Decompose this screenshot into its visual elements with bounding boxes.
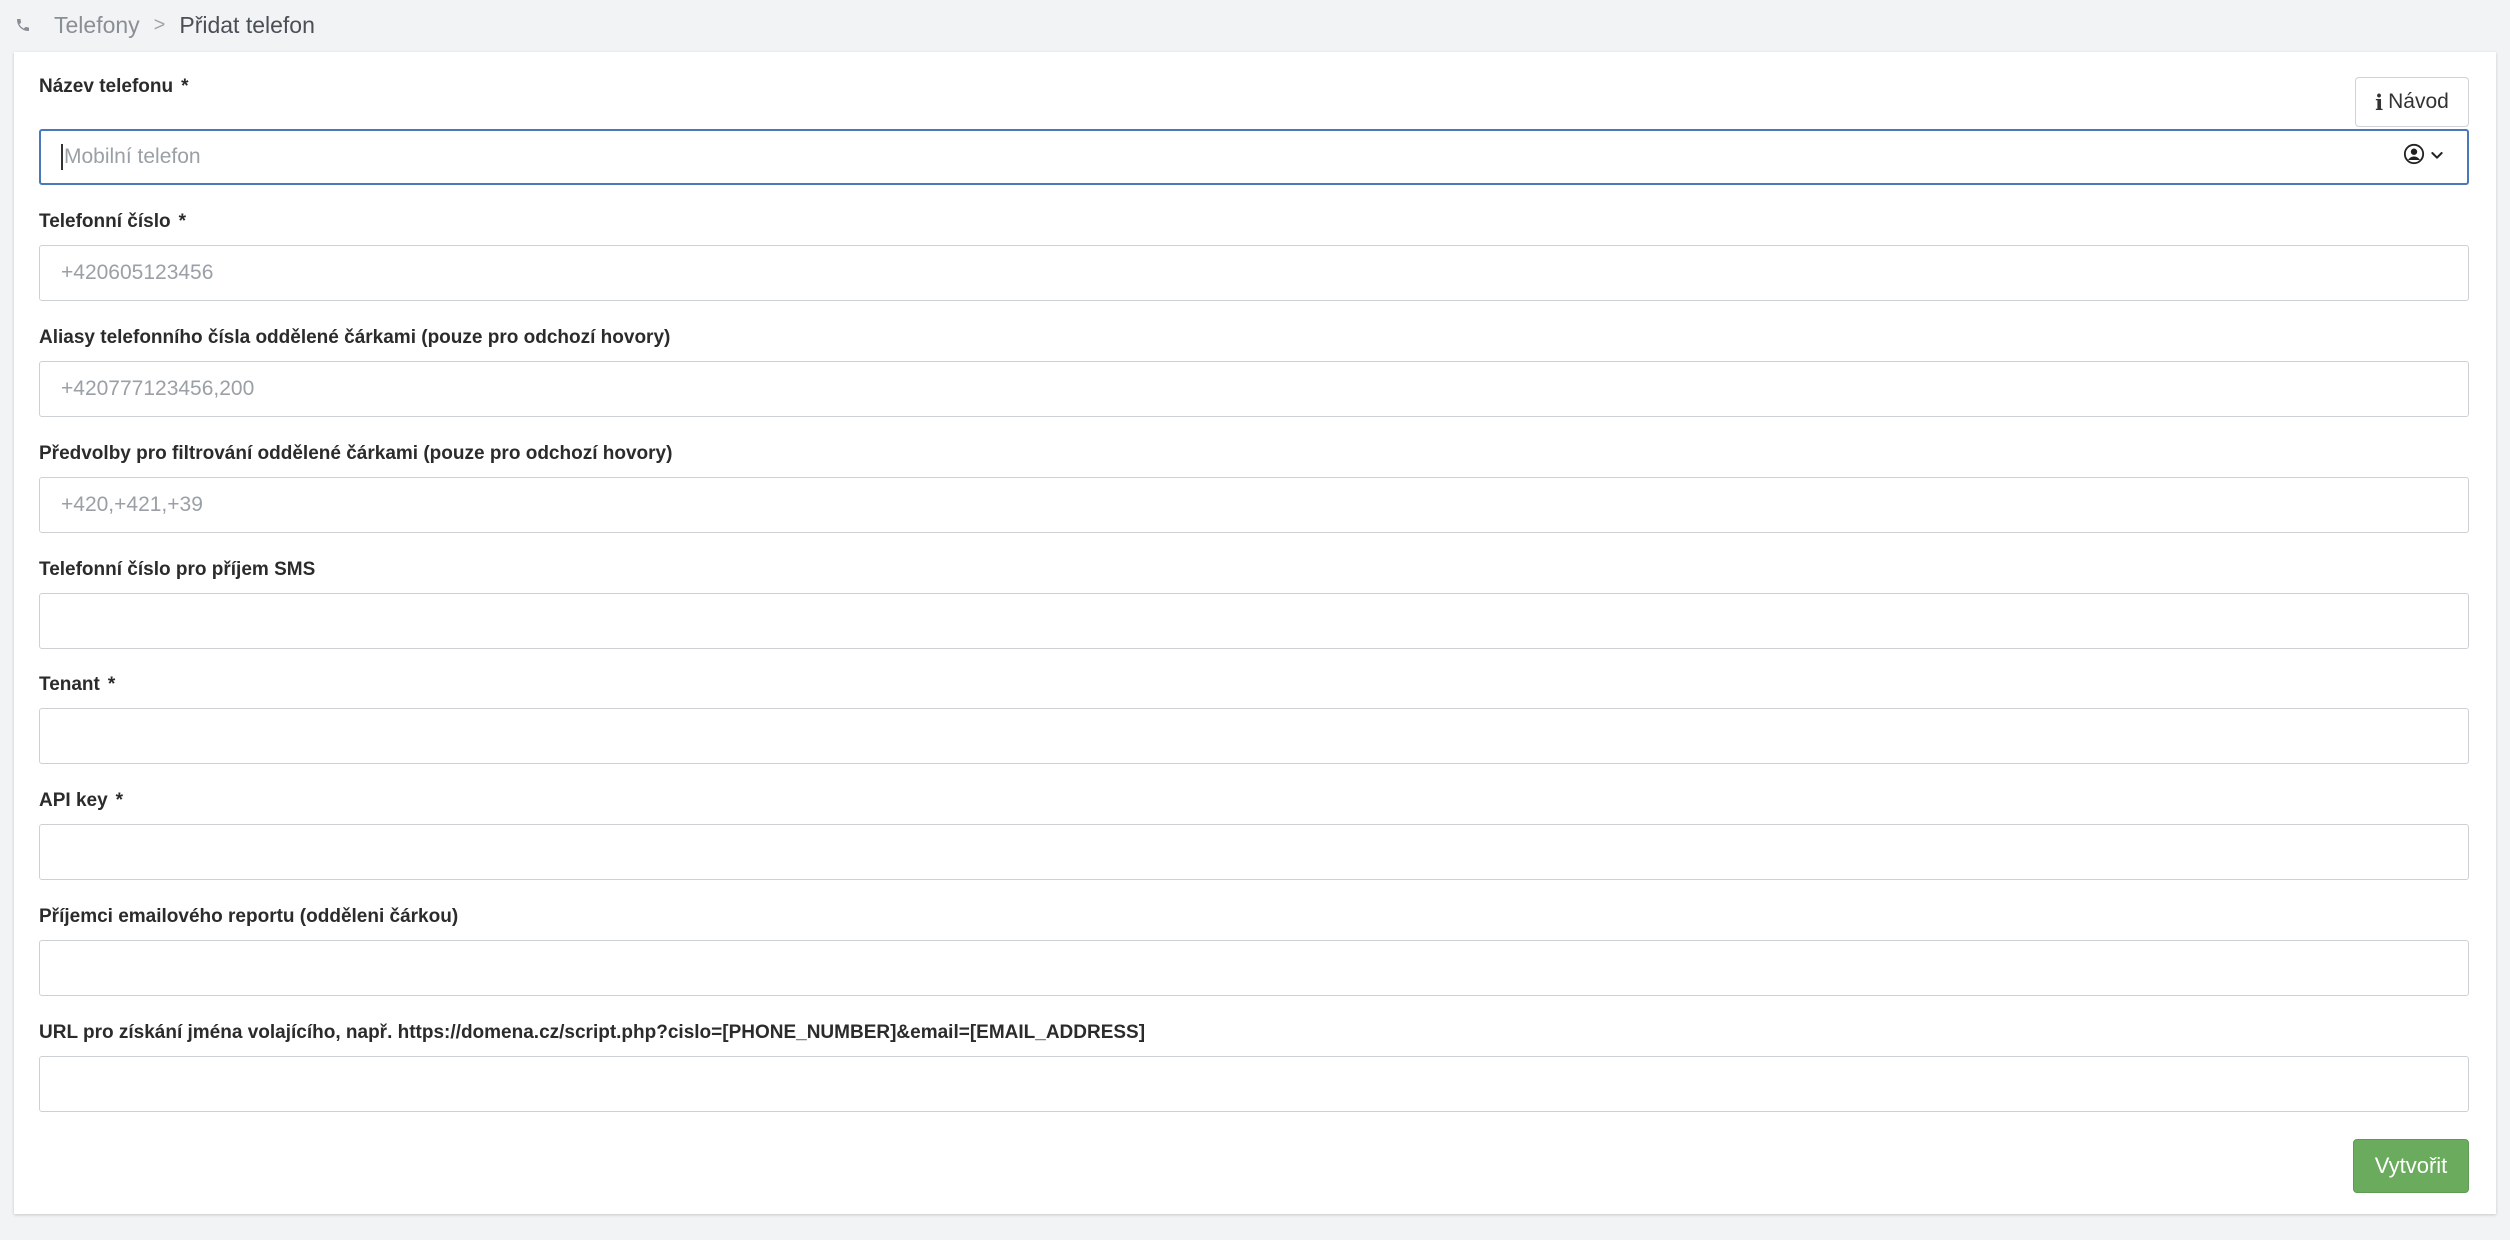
field-label-text: Předvolby pro filtrování oddělené čárkam…: [39, 443, 673, 464]
sms-number-input[interactable]: [39, 593, 2469, 649]
phone-number-input[interactable]: +420605123456: [39, 245, 2469, 301]
phone-number-placeholder: +420605123456: [61, 261, 214, 284]
required-marker: *: [181, 76, 189, 97]
field-label-caller-url: URL pro získání jména volajícího, např. …: [39, 1022, 1145, 1044]
field-label-text: URL pro získání jména volajícího, např. …: [39, 1022, 1146, 1043]
field-label-text: Příjemci emailového reportu (odděleni čá…: [39, 906, 459, 927]
aliases-placeholder: +420777123456,200: [61, 377, 255, 400]
field-label-text: Název telefonu: [39, 76, 174, 97]
field-label-phone-name: Název telefonu *: [39, 76, 189, 98]
create-button[interactable]: Vytvořit: [2353, 1139, 2469, 1193]
info-icon: i: [2375, 89, 2384, 115]
field-label-text: Tenant: [39, 674, 100, 695]
breadcrumb-link-telefony[interactable]: Telefony: [54, 12, 140, 39]
prefixes-input[interactable]: +420,+421,+39: [39, 477, 2469, 533]
field-label-api-key: API key *: [39, 790, 123, 812]
caller-url-input[interactable]: [39, 1056, 2469, 1112]
required-marker: *: [115, 790, 124, 811]
guide-button-label: Návod: [2388, 90, 2449, 113]
breadcrumb-separator: >: [153, 13, 166, 36]
field-label-aliases: Aliasy telefonního čísla oddělené čárkam…: [39, 327, 670, 349]
field-label-tenant: Tenant *: [39, 674, 115, 696]
phone-name-placeholder: Mobilní telefon: [64, 145, 201, 168]
email-recipients-input[interactable]: [39, 940, 2469, 996]
chevron-down-icon: [2429, 145, 2445, 169]
user-circle-icon: [2403, 143, 2425, 171]
text-caret: [61, 144, 63, 170]
field-label-phone-number: Telefonní číslo *: [39, 211, 186, 233]
prefixes-placeholder: +420,+421,+39: [61, 493, 203, 516]
form-card: i Návod Název telefonu * Mobilní telefon: [14, 52, 2496, 1214]
field-label-sms-number: Telefonní číslo pro příjem SMS: [39, 559, 315, 581]
field-label-text: Telefonní číslo pro příjem SMS: [39, 559, 316, 580]
breadcrumb-current: Přidat telefon: [179, 11, 315, 38]
required-marker: *: [178, 211, 187, 232]
aliases-input[interactable]: +420777123456,200: [39, 361, 2469, 417]
field-label-email-recipients: Příjemci emailového reportu (odděleni čá…: [39, 906, 458, 928]
api-key-input[interactable]: [39, 824, 2469, 880]
phone-name-select[interactable]: Mobilní telefon: [39, 129, 2469, 185]
field-label-text: Aliasy telefonního čísla oddělené čárkam…: [39, 327, 671, 348]
field-label-text: Telefonní číslo: [39, 211, 171, 232]
required-marker: *: [107, 674, 116, 695]
field-label-prefixes: Předvolby pro filtrování oddělené čárkam…: [39, 443, 672, 465]
tenant-input[interactable]: [39, 708, 2469, 764]
guide-button[interactable]: i Návod: [2355, 77, 2469, 127]
phone-icon: [12, 14, 34, 36]
field-label-text: API key: [39, 790, 108, 811]
select-icons[interactable]: [2403, 143, 2445, 171]
breadcrumb: Telefony > Přidat telefon: [0, 0, 2510, 50]
